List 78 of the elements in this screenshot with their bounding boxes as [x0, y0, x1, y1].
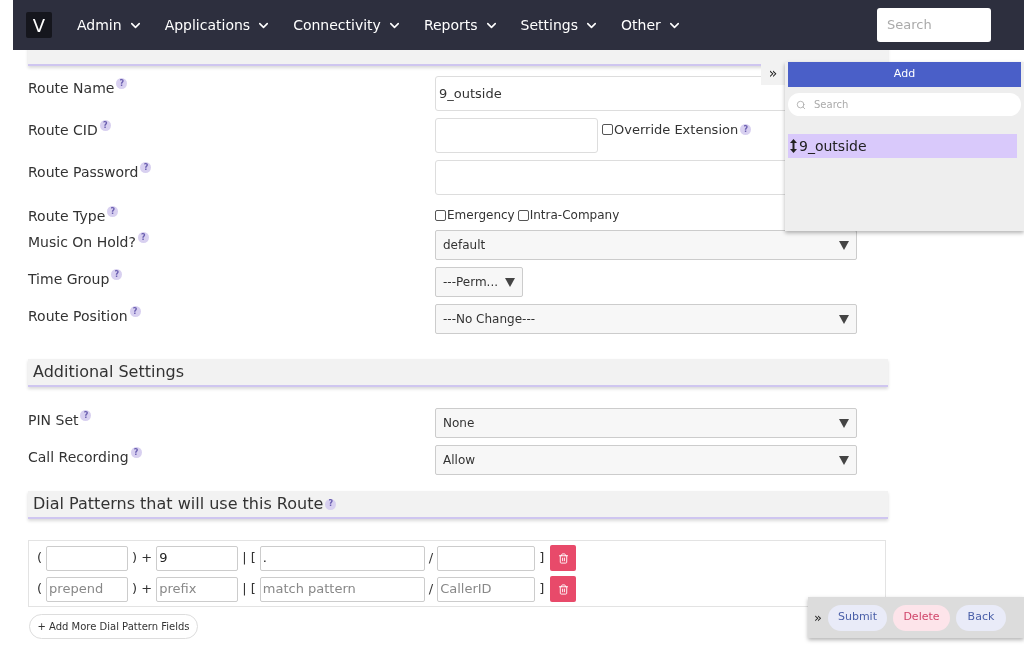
pattern-input[interactable]: CallerID [437, 576, 536, 602]
help-badge[interactable]: ? [740, 124, 752, 136]
caret-icon [839, 418, 849, 428]
field-label: PIN Set [28, 411, 79, 430]
help-badge[interactable]: ? [130, 447, 142, 458]
checkbox-label: Override Extension [614, 121, 739, 139]
help-badge[interactable]: ? [140, 162, 152, 173]
caret-icon [839, 314, 849, 324]
checkbox[interactable] [435, 209, 446, 221]
pattern-separator: / [427, 580, 435, 599]
checkbox-label: Intra-Company [529, 207, 620, 224]
drag-handle-icon [790, 139, 797, 153]
search-icon [796, 99, 806, 110]
field-label: Route CID [28, 121, 98, 140]
pattern-separator: ( [36, 549, 44, 568]
field-label: Route Type [28, 207, 106, 226]
select-dropdown[interactable]: Allow [435, 445, 857, 475]
pattern-separator: ) + [131, 549, 154, 568]
submit-button[interactable]: Submit [827, 604, 887, 631]
back-button[interactable]: Back [955, 604, 1006, 631]
pattern-input[interactable]: . [259, 545, 425, 571]
route-item[interactable]: 9_outside [788, 134, 1017, 158]
pattern-separator: ( [36, 580, 44, 599]
delete-button[interactable] [550, 545, 577, 571]
pattern-input[interactable]: prefix [156, 576, 239, 602]
field-label: Route Name [28, 79, 115, 98]
pattern-separator: ] [538, 549, 546, 568]
help-badge[interactable]: ? [111, 269, 123, 280]
help-badge[interactable]: ? [116, 78, 128, 89]
select-dropdown[interactable]: None [435, 408, 857, 438]
help-badge[interactable]: ? [325, 498, 337, 510]
trash-icon [557, 552, 569, 564]
nav-menu[interactable]: Admin [66, 14, 154, 36]
delete-button[interactable] [550, 576, 577, 602]
field-label: Route Password [28, 163, 139, 182]
field-label: Route Position [28, 307, 128, 326]
pattern-separator: ) + [131, 580, 154, 599]
add-pattern-button[interactable]: + Add More Dial Pattern Fields [29, 614, 198, 639]
add-button[interactable]: Add [788, 62, 1021, 87]
help-badge[interactable]: ? [137, 232, 149, 243]
pattern-input[interactable] [46, 545, 129, 571]
nav-menu[interactable]: Connectivity [282, 14, 413, 36]
select-dropdown[interactable]: default [435, 230, 857, 260]
caret-icon [839, 455, 849, 465]
section-title: Dial Patterns that will use this Route [33, 493, 324, 515]
caret-icon [839, 240, 849, 250]
trash-icon [557, 583, 569, 595]
pattern-separator: / [427, 549, 435, 568]
nav-menu[interactable]: Settings [509, 14, 610, 36]
help-badge[interactable]: ? [80, 410, 92, 421]
pattern-input[interactable] [437, 545, 536, 571]
nav-menu[interactable]: Reports [412, 14, 510, 36]
select-dropdown[interactable]: ---Perm... [435, 267, 523, 297]
section-title: Additional Settings [33, 361, 185, 383]
text-field[interactable] [435, 118, 598, 153]
checkbox[interactable] [602, 124, 613, 136]
checkbox[interactable] [517, 209, 529, 221]
field-label: Music On Hold? [28, 233, 136, 252]
field-label: Call Recording [28, 448, 129, 467]
checkbox-label: Emergency [447, 207, 515, 224]
pattern-input[interactable]: prepend [46, 576, 129, 602]
select-dropdown[interactable]: ---No Change--- [435, 304, 857, 334]
help-badge[interactable]: ? [99, 120, 111, 131]
help-badge[interactable]: ? [129, 306, 141, 317]
nav-menu[interactable]: Other [610, 14, 693, 36]
delete-button[interactable]: Delete [892, 604, 950, 631]
field-label: Time Group [28, 270, 110, 289]
pattern-input[interactable]: match pattern [259, 576, 425, 602]
pattern-separator: | [ [241, 580, 257, 599]
pattern-separator: ] [538, 580, 546, 599]
pattern-input[interactable]: 9 [156, 545, 239, 571]
caret-icon [505, 277, 515, 287]
help-badge[interactable]: ? [107, 206, 119, 217]
action-bar-toggle[interactable]: » [814, 607, 822, 628]
logo[interactable]: V [26, 12, 52, 38]
nav-menu[interactable]: Applications [153, 14, 283, 36]
pattern-separator: | [ [241, 549, 257, 568]
panel-toggle-menu[interactable]: » [761, 62, 785, 85]
